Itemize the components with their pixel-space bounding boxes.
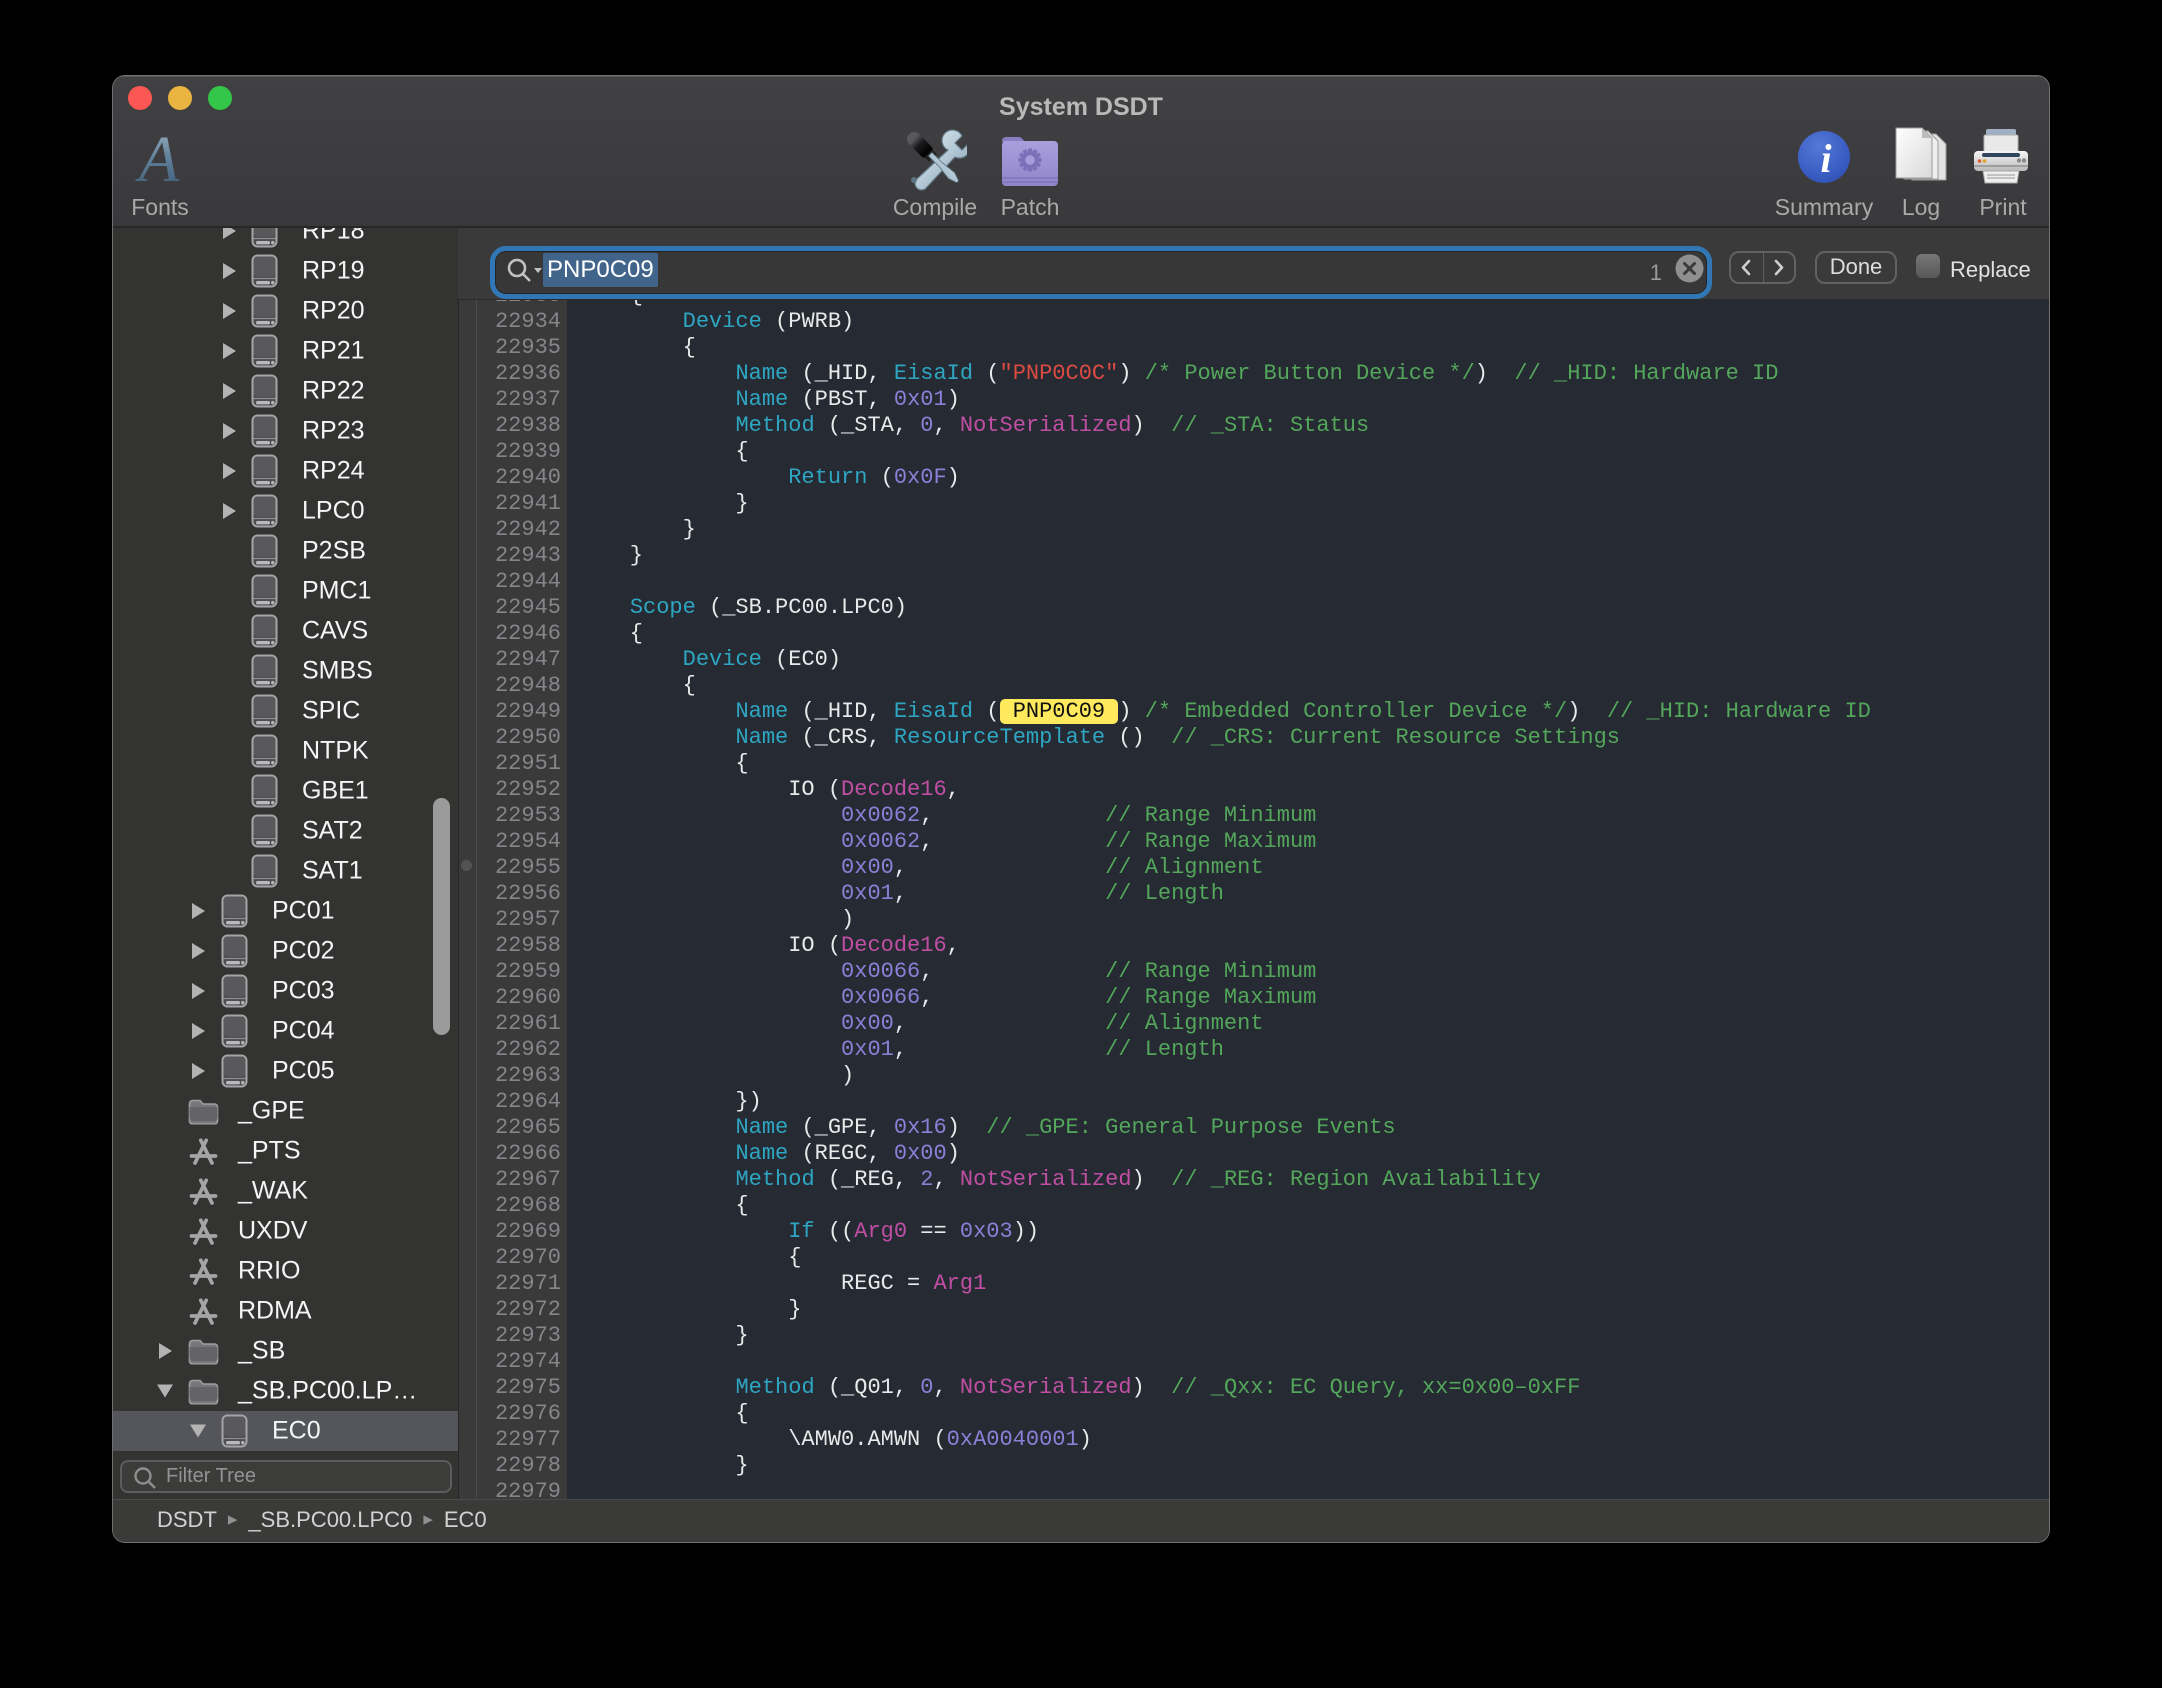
svg-text:i: i bbox=[1820, 136, 1831, 181]
